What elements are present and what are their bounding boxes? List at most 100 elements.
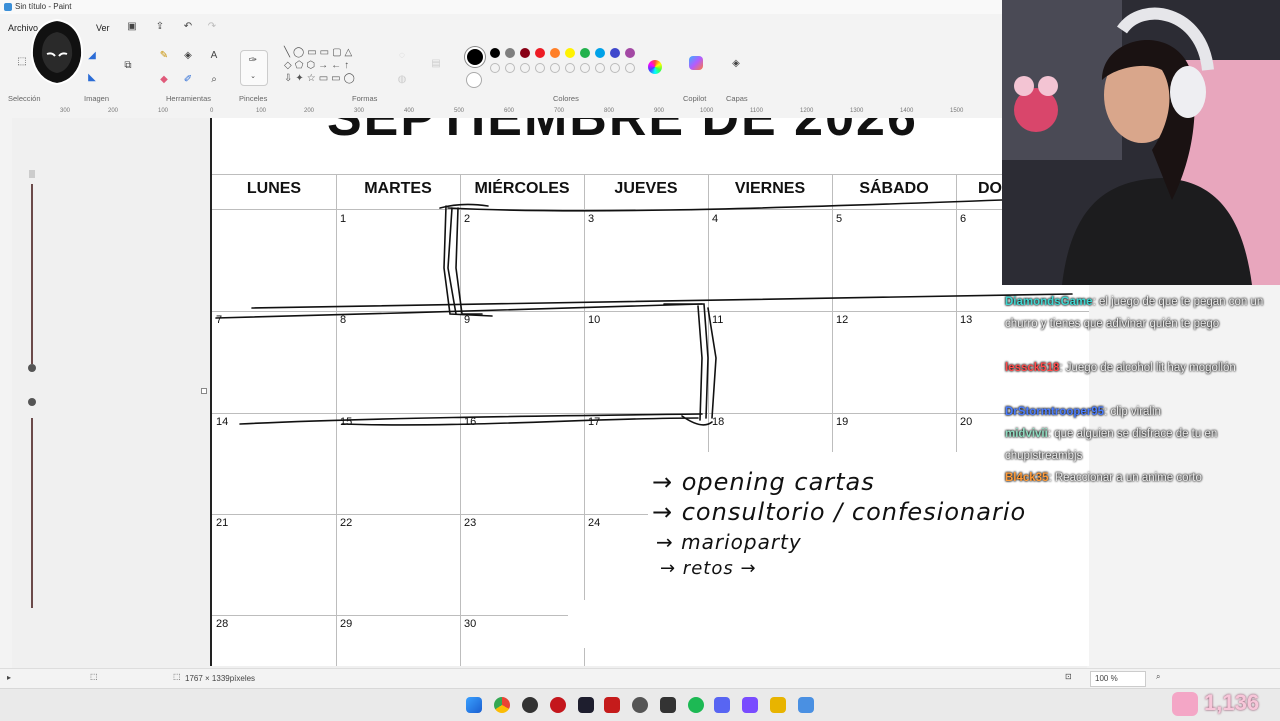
start-icon[interactable]	[466, 697, 482, 713]
layers-icon[interactable]: ◈	[730, 58, 742, 70]
primary-color[interactable]	[465, 47, 485, 67]
group-label-colors: Colores	[553, 94, 579, 103]
color-palette[interactable]	[490, 48, 640, 88]
twitch-icon[interactable]	[742, 697, 758, 713]
pixel-mascot-icon	[1172, 692, 1198, 716]
pointer-icon: ▸	[7, 673, 12, 682]
color-swatch[interactable]	[550, 63, 560, 73]
zoom-slider[interactable]	[28, 170, 36, 610]
menu-view[interactable]: Ver	[96, 23, 110, 33]
paint-taskbar-icon[interactable]	[798, 697, 814, 713]
share-icon[interactable]: ⇪	[154, 21, 166, 33]
app-badge-icon[interactable]	[604, 697, 620, 713]
edit-colors-icon[interactable]	[648, 60, 662, 74]
secondary-color[interactable]	[466, 72, 482, 88]
color-picker-icon[interactable]: ✐	[182, 74, 194, 86]
viewer-count: 1,136	[1204, 690, 1260, 715]
spotify-icon[interactable]	[688, 697, 704, 713]
color-swatch[interactable]	[625, 48, 635, 58]
note-line: → retos →	[660, 558, 757, 579]
selection-icon[interactable]: ⬚	[16, 56, 28, 68]
ruler-tick: 100	[256, 108, 267, 114]
color-swatch[interactable]	[520, 48, 530, 58]
color-swatch[interactable]	[535, 48, 545, 58]
viewer-counter: 1,136	[1170, 688, 1280, 720]
fill-shape-icon[interactable]: ◍	[396, 74, 408, 86]
text-icon[interactable]: A	[208, 50, 220, 62]
copilot-icon[interactable]	[689, 56, 703, 70]
magnifier-icon[interactable]: ⌕	[208, 74, 220, 86]
color-swatch[interactable]	[565, 48, 575, 58]
freehand-strokes	[215, 199, 1073, 426]
discord-icon[interactable]	[714, 697, 730, 713]
color-swatch[interactable]	[625, 63, 635, 73]
resize-icon[interactable]: ⧉	[122, 60, 134, 72]
crop-icon[interactable]: ◢	[86, 50, 98, 62]
zoom-select[interactable]: 100 %	[1090, 671, 1146, 687]
chat-username: DrStormtrooper95	[1005, 406, 1105, 418]
ruler-tick: 200	[304, 108, 315, 114]
pencil-icon[interactable]: ✎	[158, 50, 170, 62]
color-swatch[interactable]	[490, 63, 500, 73]
slider-top-handle[interactable]	[29, 170, 35, 178]
outline-icon[interactable]: ◌	[396, 50, 408, 62]
ruler-tick: 1200	[800, 108, 814, 114]
group-label-image: Imagen	[84, 94, 110, 103]
ruler-tick: 300	[60, 108, 71, 114]
note-line: → opening cartas	[652, 468, 875, 496]
save-icon[interactable]: ▣	[126, 21, 138, 33]
ruler-tick: 700	[554, 108, 565, 114]
color-swatch[interactable]	[505, 48, 515, 58]
color-swatch[interactable]	[610, 48, 620, 58]
app-yellow-icon[interactable]	[770, 697, 786, 713]
app-square-icon[interactable]	[660, 697, 676, 713]
color-swatch[interactable]	[505, 63, 515, 73]
color-swatch[interactable]	[580, 48, 590, 58]
app-dark-icon[interactable]	[578, 697, 594, 713]
canvas-resize-handle[interactable]	[201, 388, 207, 394]
paint-canvas[interactable]: SEPTIEMBRE DE 2026 LUNES MARTES MIÉRCOLE…	[210, 118, 1089, 666]
canvas-dimensions: 1767 × 1339píxeles	[185, 674, 256, 683]
color-swatch[interactable]	[580, 63, 590, 73]
app-red-icon[interactable]	[550, 697, 566, 713]
app-gray-icon[interactable]	[632, 697, 648, 713]
note-line: → marioparty	[656, 530, 802, 554]
zoom-out-icon[interactable]: ⌕	[1156, 672, 1160, 682]
shapes-gallery[interactable]: ╲◯▭▭▢△ ◇⬠⬡→←↑ ⇩✦☆▭▭◯	[284, 46, 380, 92]
obs-icon[interactable]	[522, 697, 538, 713]
chat-username: Bl4ck35	[1005, 472, 1049, 484]
color-swatch[interactable]	[520, 63, 530, 73]
color-swatch[interactable]	[595, 63, 605, 73]
ruler-tick: 1000	[700, 108, 714, 114]
chat-message: midvivii: que alguien se disfrace de tu …	[1005, 428, 1218, 462]
group-label-shapes: Formas	[352, 94, 378, 103]
canvas-size-icon: ⬚	[173, 672, 181, 681]
zoom-value: 100 %	[1095, 674, 1118, 683]
color-swatch[interactable]	[610, 63, 620, 73]
ruler-tick: 300	[354, 108, 365, 114]
chat-message: DrStormtrooper95: clip viralin	[1005, 406, 1161, 418]
redo-icon[interactable]: ↷	[206, 21, 218, 33]
brush-icon: ✑	[248, 55, 258, 66]
eraser-icon[interactable]: ◆	[158, 74, 170, 86]
color-swatch[interactable]	[535, 63, 545, 73]
brushes-button[interactable]: ✑ ⌄	[240, 50, 268, 86]
color-swatch[interactable]	[565, 63, 575, 73]
color-swatch[interactable]	[595, 48, 605, 58]
ruler-tick: 0	[210, 108, 214, 114]
fill-icon[interactable]: ◈	[182, 50, 194, 62]
fit-to-window-icon[interactable]: ⊡	[1065, 672, 1072, 681]
color-swatch[interactable]	[490, 48, 500, 58]
group-label-layers: Capas	[726, 94, 748, 103]
slider-thumb[interactable]	[28, 364, 36, 372]
chat-message: lessck518: Juego de alcohol lit hay mogo…	[1005, 362, 1236, 374]
slider-thumb-2[interactable]	[28, 398, 36, 406]
ruler-tick: 600	[504, 108, 515, 114]
rotate-icon[interactable]: ◣	[86, 72, 98, 84]
chat-text: Reaccionar a un anime corto	[1054, 472, 1202, 484]
status-bar: ▸ ⬚ ⬚ 1767 × 1339píxeles ⊡ 100 % ⌕	[0, 668, 1280, 689]
shape-size-icon[interactable]: ▤	[430, 58, 442, 70]
color-swatch[interactable]	[550, 48, 560, 58]
chrome-icon[interactable]	[494, 697, 510, 713]
undo-icon[interactable]: ↶	[182, 21, 194, 33]
